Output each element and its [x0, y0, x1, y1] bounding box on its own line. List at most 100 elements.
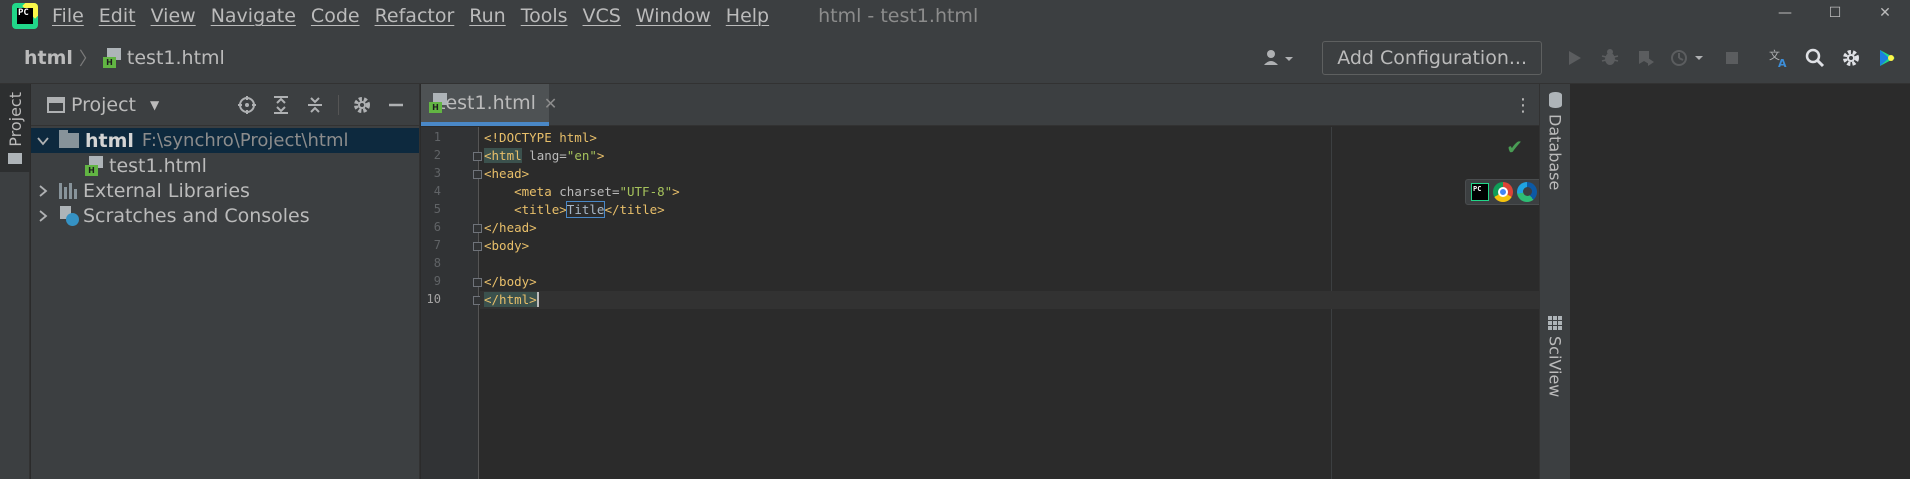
code-line: </head>: [484, 220, 537, 235]
menu-edit[interactable]: Edit: [99, 5, 136, 27]
collapse-all-icon[interactable]: [300, 90, 330, 120]
expand-all-icon[interactable]: [266, 90, 296, 120]
account-icon[interactable]: [1259, 43, 1303, 73]
sciview-icon: [1548, 316, 1562, 330]
code-line: <!DOCTYPE html>: [484, 130, 597, 145]
code-line: </html>: [484, 292, 539, 307]
tree-node-project-root[interactable]: html F:\synchro\Project\html: [31, 128, 419, 153]
project-root-name: html: [85, 129, 134, 152]
close-tab-icon[interactable]: ✕: [544, 94, 557, 113]
editor-tab-label: test1.html: [438, 92, 536, 114]
project-tool-tab-label: Project: [5, 92, 25, 147]
html-file-icon: H: [85, 155, 103, 176]
add-configuration-button[interactable]: Add Configuration...: [1322, 41, 1542, 75]
chevron-right-icon[interactable]: [37, 184, 49, 197]
breadcrumb-file[interactable]: test1.html: [127, 47, 225, 69]
tree-node-scratches[interactable]: Scratches and Consoles: [31, 203, 419, 228]
translate-icon[interactable]: 文A: [1764, 43, 1794, 73]
file-name: test1.html: [109, 154, 207, 177]
hide-panel-icon[interactable]: [381, 90, 411, 120]
window-controls: — ☐ ✕: [1760, 0, 1910, 26]
html-file-icon: H: [102, 47, 121, 68]
main-toolbar: Add Configuration... 文A: [1256, 32, 1910, 84]
maximize-button[interactable]: ☐: [1810, 0, 1860, 26]
app-logo-text: PC: [17, 8, 33, 24]
edge-icon[interactable]: [1517, 182, 1537, 202]
right-tool-strip: Database SciView: [1539, 84, 1569, 479]
code-line: </body>: [484, 274, 537, 289]
project-root-path: F:\synchro\Project\html: [141, 130, 349, 151]
inspection-ok-icon[interactable]: ✔: [1506, 135, 1523, 159]
database-tool-tab-label: Database: [1545, 114, 1565, 191]
breadcrumb-separator: 〉: [78, 48, 97, 70]
tree-node-file[interactable]: H test1.html: [31, 153, 419, 178]
toolbox-icon[interactable]: [1872, 43, 1902, 73]
database-tool-tab[interactable]: Database: [1540, 92, 1570, 190]
sciview-tool-tab[interactable]: SciView: [1540, 316, 1570, 397]
debug-icon[interactable]: [1595, 43, 1625, 73]
toolbar-divider: [338, 95, 339, 115]
stop-icon[interactable]: [1717, 43, 1747, 73]
editor-tab-bar: H test1.html ✕ ⋮: [421, 84, 1539, 126]
minimize-button[interactable]: —: [1760, 0, 1810, 26]
text-caret: [536, 292, 539, 307]
menu-navigate[interactable]: Navigate: [211, 5, 296, 27]
chevron-right-icon[interactable]: [37, 209, 49, 222]
code-line: <title>Title</title>: [514, 201, 665, 218]
close-button[interactable]: ✕: [1860, 0, 1910, 26]
locate-file-icon[interactable]: [232, 90, 262, 120]
window-title: html - test1.html: [818, 5, 979, 27]
scratches-icon: [59, 205, 79, 226]
breadcrumb-project[interactable]: html: [24, 47, 73, 69]
more-options-icon[interactable]: ⋮: [1513, 92, 1533, 118]
menu-window[interactable]: Window: [636, 5, 711, 27]
project-window-icon: [47, 96, 65, 113]
current-line-highlight: [480, 291, 1539, 309]
empty-area: [1570, 84, 1910, 479]
menu-file[interactable]: File: [52, 5, 84, 27]
menu-vcs[interactable]: VCS: [583, 5, 621, 27]
code-area[interactable]: <!DOCTYPE html> <html lang="en"> <head> …: [480, 127, 1543, 479]
run-icon[interactable]: [1559, 43, 1589, 73]
code-line: <html lang="en">: [484, 148, 605, 163]
line-number: 6: [433, 220, 441, 234]
menu-view[interactable]: View: [151, 5, 196, 27]
menu-tools[interactable]: Tools: [521, 5, 568, 27]
menu-code[interactable]: Code: [311, 5, 360, 27]
line-number: 3: [433, 166, 441, 180]
pycharm-logo-icon[interactable]: PC: [12, 3, 38, 29]
menu-bar: PC File Edit View Navigate Code Refactor…: [0, 0, 1910, 32]
code-line: <body>: [484, 238, 530, 253]
line-number-current: 10: [426, 292, 441, 306]
coverage-icon[interactable]: [1631, 43, 1661, 73]
chrome-icon[interactable]: [1493, 182, 1513, 202]
profile-icon[interactable]: [1667, 43, 1711, 73]
project-panel-title[interactable]: Project: [71, 94, 136, 116]
line-number: 7: [433, 238, 441, 252]
editor-tab[interactable]: H test1.html ✕: [421, 84, 557, 126]
code-line: <meta charset="UTF-8">: [514, 184, 680, 199]
settings-icon[interactable]: [1836, 43, 1866, 73]
menu-help[interactable]: Help: [726, 5, 769, 27]
external-libraries-label: External Libraries: [83, 179, 250, 202]
pycharm-browser-icon[interactable]: PC: [1471, 183, 1489, 201]
gear-icon[interactable]: [347, 90, 377, 120]
line-number: 9: [433, 274, 441, 288]
line-number: 5: [433, 202, 441, 216]
folder-icon: [59, 130, 79, 148]
line-number: 4: [433, 184, 441, 198]
view-dropdown-icon[interactable]: ▼: [150, 98, 159, 112]
menu-refactor[interactable]: Refactor: [375, 5, 455, 27]
scratches-label: Scratches and Consoles: [83, 204, 310, 227]
search-icon[interactable]: [1800, 43, 1830, 73]
chevron-down-icon[interactable]: [37, 135, 49, 147]
code-line: <head>: [484, 166, 530, 181]
editor: H test1.html ✕ ⋮ 1 2 3 4 5 6 7 8 9 10 <!…: [421, 84, 1543, 479]
tree-node-external-libraries[interactable]: External Libraries: [31, 178, 419, 203]
open-in-browser-popup: PC: [1465, 179, 1543, 205]
left-tool-strip: Project: [0, 84, 30, 479]
project-tool-tab[interactable]: Project: [0, 84, 30, 172]
navigation-bar: html 〉 H test1.html Add Configuration...…: [0, 32, 1910, 84]
menu-run[interactable]: Run: [469, 5, 505, 27]
line-number-gutter: 1 2 3 4 5 6 7 8 9 10: [421, 127, 482, 479]
